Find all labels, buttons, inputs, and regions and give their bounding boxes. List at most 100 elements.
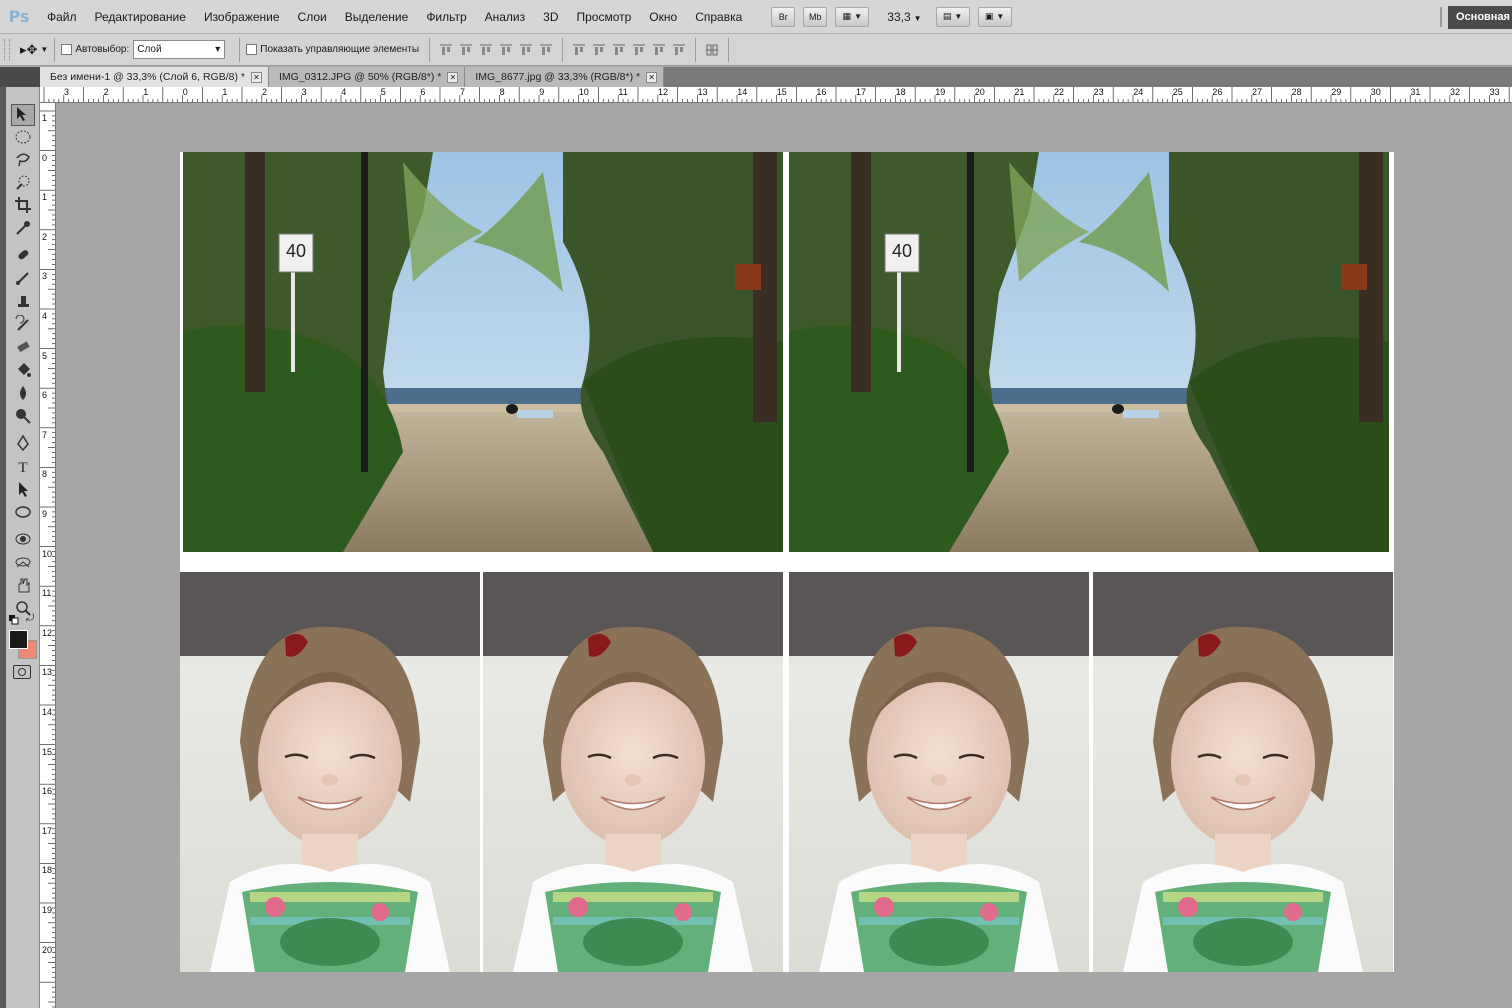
landscape-photo[interactable]: 40 [789,152,1389,552]
hand-tool[interactable] [11,575,35,597]
align-horizontal-center-icon[interactable] [517,41,535,59]
move-tool[interactable] [11,104,35,126]
ruler-tick-label: 3 [42,271,48,282]
menu-item[interactable]: Файл [38,0,86,34]
autoselect-checkbox[interactable] [61,44,73,55]
document-tab[interactable]: IMG_8677.jpg @ 33,3% (RGB/8*) * ✕ [465,67,665,87]
chevron-down-icon: ▼ [40,45,49,54]
align-left-icon[interactable] [497,41,515,59]
ruler-tick-label: 1 [143,87,149,97]
distribute-left-icon[interactable] [630,41,648,59]
align-vertical-center-icon[interactable] [457,41,475,59]
path-selection-tool[interactable] [11,479,35,501]
menu-item[interactable]: Справка [686,0,751,34]
menu-item[interactable]: Фильтр [417,0,475,34]
type-tool[interactable]: T [11,456,35,478]
menu-item[interactable]: Изображение [195,0,289,34]
menu-item[interactable]: Слои [289,0,336,34]
eraser-tool[interactable] [11,337,35,359]
ruler-tick-label: 8 [499,87,505,97]
3d-rotate-tool[interactable] [11,529,35,551]
foreground-color-swatch[interactable] [9,630,28,649]
ruler-tick-label: 2 [103,87,109,97]
marquee-tool[interactable] [11,127,35,149]
portrait-photo[interactable] [789,572,1089,972]
ruler-tick-label: 0 [42,152,48,163]
quick-selection-tool[interactable] [11,172,35,194]
ruler-tick-label: 16 [816,87,827,97]
show-transform-controls-checkbox[interactable] [246,44,258,55]
portrait-photo[interactable] [1093,572,1393,972]
view-extras-button[interactable]: ▦ ▼ [835,6,870,27]
ruler-tick-label: 2 [262,87,268,97]
align-right-icon[interactable] [537,41,555,59]
mini-bridge-button[interactable]: Mb [803,6,828,27]
align-top-icon[interactable] [437,41,455,59]
bridge-button[interactable]: Br [771,6,796,27]
distribute-top-icon[interactable] [570,41,588,59]
dodge-tool[interactable] [11,406,35,428]
eyedropper-tool[interactable] [11,218,35,240]
menu-item[interactable]: 3D [534,0,567,34]
history-brush-tool[interactable] [11,314,35,336]
separator [239,37,241,62]
crop-tool[interactable] [11,195,35,217]
distribute-vertical-center-icon[interactable] [590,41,608,59]
ruler-tick-label: 13 [697,87,708,97]
landscape-photo[interactable]: 40 [183,152,783,552]
portrait-photo[interactable] [483,572,783,972]
canvas-viewport[interactable]: 40 40 [57,104,1512,1008]
close-icon[interactable]: ✕ [646,71,658,83]
vertical-ruler[interactable]: 1 0 1 2 3 4 5 6 7 8 9 10 11 12 13 14 15 16 17 18 19 20 [40,103,56,1008]
pen-tool[interactable] [11,433,35,455]
align-bottom-icon[interactable] [477,41,495,59]
autoselect-dropdown[interactable]: Слой [133,40,226,59]
arrange-documents-button[interactable]: ▤ ▼ [935,6,970,27]
tab-label: IMG_8677.jpg @ 33,3% (RGB/8*) * [475,71,641,83]
ruler-tick-label: 15 [42,746,53,757]
quick-mask-button[interactable] [13,665,31,679]
shape-tool[interactable] [11,502,35,524]
menu-item[interactable]: Окно [640,0,686,34]
show-transform-controls-label: Показать управляющие элементы [260,44,420,55]
paint-bucket-tool[interactable] [11,360,35,382]
options-gripper[interactable] [4,38,10,61]
document-tab[interactable]: Без имени-1 @ 33,3% (Слой 6, RGB/8) * ✕ [40,67,269,87]
horizontal-ruler[interactable]: 3 2 1 0 1 2 3 4 5 6 7 8 9 10 11 12 13 14 15 16 17 18 19 20 21 22 2… [40,87,1512,103]
blur-tool-icon [14,384,32,405]
pen-tool-icon [14,434,32,455]
menu-item[interactable]: Выделение [336,0,418,34]
tool-preset-picker[interactable]: ▸✥ ▼ [20,42,48,58]
clone-stamp-tool[interactable] [11,291,35,313]
3d-orbit-tool-icon [14,553,32,574]
ruler-tick-label: 6 [42,390,48,401]
close-icon[interactable]: ✕ [447,71,459,83]
lasso-tool[interactable] [11,149,35,171]
document-tab[interactable]: IMG_0312.JPG @ 50% (RGB/8*) * ✕ [268,67,466,87]
close-icon[interactable]: ✕ [250,71,262,83]
menu-item[interactable]: Анализ [476,0,535,34]
menu-item[interactable]: Редактирование [86,0,195,34]
portrait-photo[interactable] [180,572,480,972]
document-canvas[interactable]: 40 40 [180,152,1394,972]
workspace-switcher[interactable]: Основная [1448,6,1512,29]
menu-item[interactable]: Просмотр [567,0,640,34]
path-selection-tool-icon [14,480,32,501]
swap-colors-icon[interactable]: ⤾ [26,613,34,624]
distribute-horizontal-center-icon[interactable] [650,41,668,59]
3d-orbit-tool[interactable] [11,552,35,574]
healing-brush-tool[interactable] [11,245,35,267]
distribute-right-icon[interactable] [670,41,688,59]
distribute-bottom-icon[interactable] [610,41,628,59]
default-colors-icon[interactable] [9,614,19,625]
screen-mode-button[interactable]: ▣ ▼ [977,6,1012,27]
tools-panel-header[interactable] [0,67,40,87]
zoom-level[interactable]: 33,3 ▼ [887,10,921,24]
auto-align-layers-icon[interactable] [703,41,721,59]
tools-panel-gripper[interactable] [0,87,6,1008]
speed-limit-sign: 40 [892,241,912,261]
document-tabs: Без имени-1 @ 33,3% (Слой 6, RGB/8) * ✕ I… [40,67,1512,87]
paint-bucket-tool-icon [14,361,32,382]
blur-tool[interactable] [11,383,35,405]
brush-tool[interactable] [11,268,35,290]
